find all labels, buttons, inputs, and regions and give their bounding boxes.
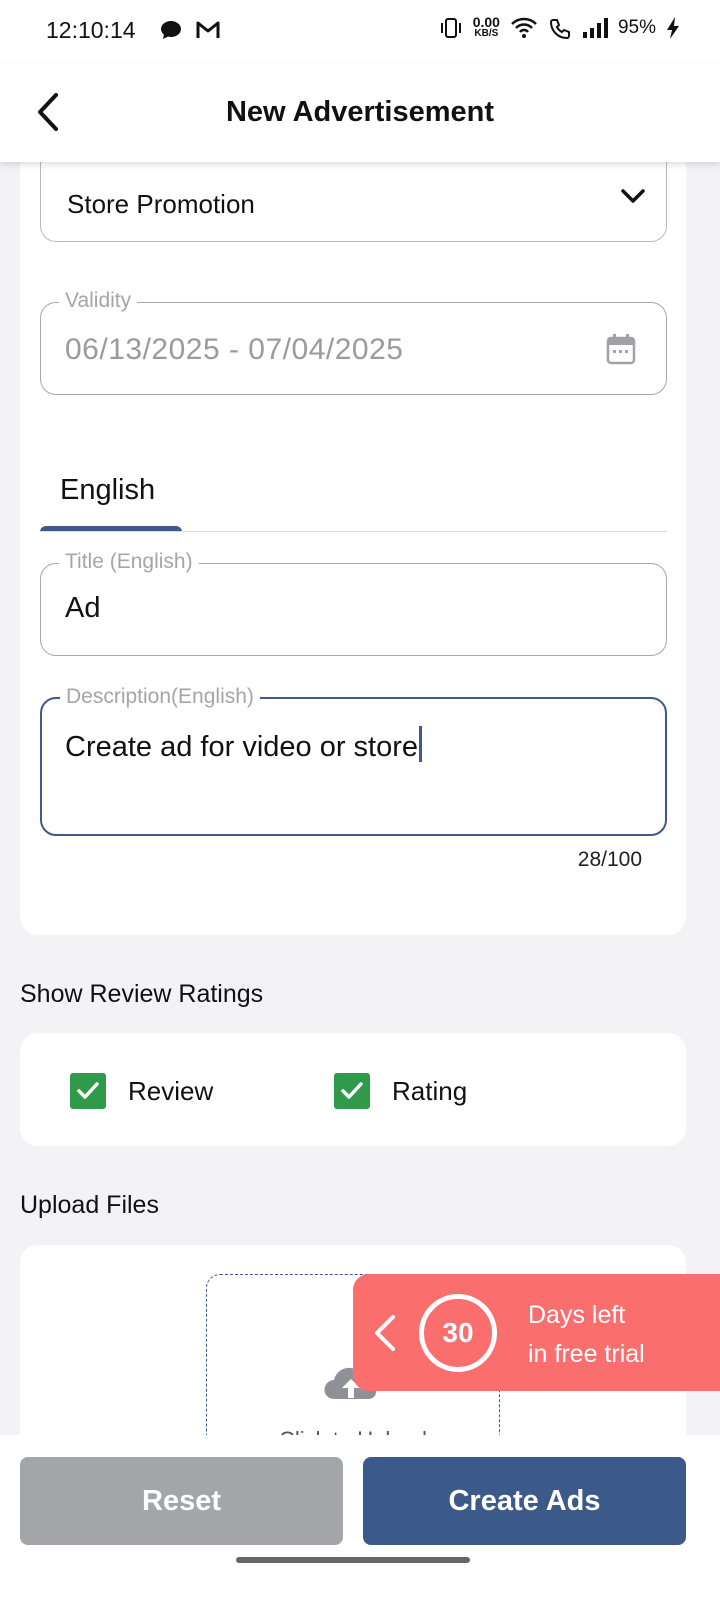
vibrate-icon <box>440 18 461 38</box>
text-cursor <box>419 726 423 762</box>
net-speed: 0.00 KB/S <box>472 14 500 39</box>
free-trial-banner[interactable]: 30 Days left in free trial <box>353 1274 720 1391</box>
chevron-left-icon[interactable] <box>371 1314 401 1352</box>
bottom-action-bar: Reset Create Ads <box>0 1435 720 1600</box>
ad-type-dropdown[interactable]: Store Promotion <box>40 155 667 242</box>
review-label: Review <box>128 1075 214 1106</box>
chevron-down-icon <box>621 189 645 203</box>
battery-percent: 95% <box>617 17 656 38</box>
trial-days-counter: 30 <box>419 1294 497 1372</box>
description-counter: 28/100 <box>577 848 642 871</box>
validity-label: Validity <box>59 289 138 313</box>
trial-text: Days left in free trial <box>528 1301 645 1368</box>
title-field[interactable]: Title (English) Ad <box>40 550 667 656</box>
review-checkbox[interactable] <box>70 1073 106 1109</box>
description-input[interactable]: Create ad for video or store <box>65 726 423 764</box>
status-bar: 12:10:14 0.00 KB/S 95% <box>0 0 720 64</box>
tab-english-label: English <box>60 474 156 506</box>
review-checkbox-item[interactable]: Review <box>70 1073 213 1109</box>
reset-button[interactable]: Reset <box>20 1457 343 1545</box>
gmail-icon <box>196 21 220 38</box>
system-indicators: 0.00 KB/S 95% <box>439 14 680 40</box>
check-icon <box>77 1082 99 1099</box>
tab-divider <box>40 531 667 532</box>
review-ratings-heading: Show Review Ratings <box>20 980 264 1008</box>
rating-checkbox-item[interactable]: Rating <box>334 1073 467 1109</box>
title-input[interactable]: Ad <box>65 592 100 625</box>
ad-type-selected: Store Promotion <box>67 189 255 219</box>
wifi-call-icon <box>549 19 570 39</box>
status-time: 12:10:14 <box>46 17 136 43</box>
description-field[interactable]: Description(English) Create ad for video… <box>40 685 667 836</box>
title-label: Title (English) <box>59 550 199 574</box>
validity-value: 06/13/2025 - 07/04/2025 <box>65 333 404 366</box>
chat-bubble-icon <box>161 21 181 39</box>
upload-files-heading: Upload Files <box>20 1191 159 1219</box>
check-icon <box>341 1082 363 1099</box>
signal-icon <box>582 18 608 38</box>
create-ads-button[interactable]: Create Ads <box>363 1457 686 1545</box>
validity-field[interactable]: Validity 06/13/2025 - 07/04/2025 <box>40 289 667 395</box>
calendar-icon[interactable] <box>606 333 636 365</box>
app-bar: New Advertisement <box>0 64 720 162</box>
review-ratings-card: Review Rating <box>20 1033 686 1146</box>
rating-label: Rating <box>392 1075 468 1106</box>
notification-icons <box>160 20 220 40</box>
page-title: New Advertisement <box>225 96 495 128</box>
wifi-icon <box>511 17 537 38</box>
rating-checkbox[interactable] <box>334 1073 370 1109</box>
ad-details-card: Store Promotion Validity 06/13/2025 - 07… <box>20 150 686 935</box>
home-indicator[interactable] <box>236 1557 470 1563</box>
description-label: Description(English) <box>60 685 260 709</box>
charging-icon <box>667 17 679 39</box>
tab-english[interactable]: English <box>40 470 182 532</box>
